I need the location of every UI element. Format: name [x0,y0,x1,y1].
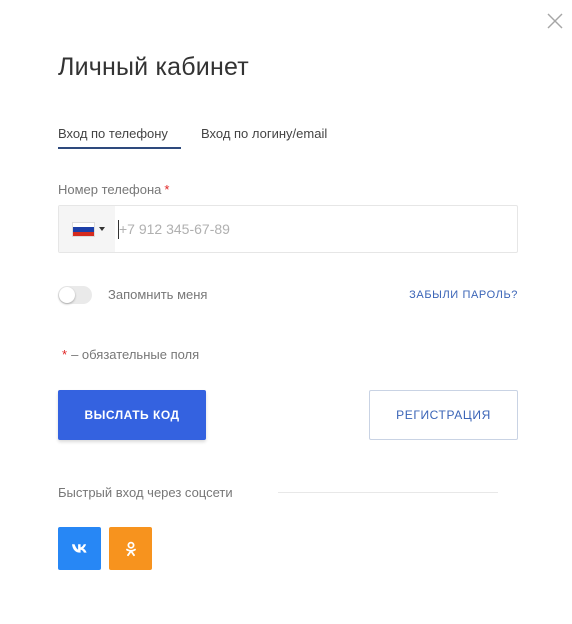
vk-login-button[interactable] [58,527,101,570]
phone-input[interactable] [117,206,509,252]
required-fields-note: * – обязательные поля [62,347,199,362]
required-note-mark: * [62,347,68,362]
odnoklassniki-login-button[interactable] [109,527,152,570]
required-note-text: – обязательные поля [71,347,200,362]
login-tabs: Вход по телефону Вход по логину/email [58,124,327,149]
send-code-button[interactable]: ВЫСЛАТЬ КОД [58,390,206,440]
required-mark: * [164,182,170,197]
phone-label-text: Номер телефона [58,182,162,197]
remember-me-label[interactable]: Запомнить меня [108,287,207,302]
close-icon[interactable] [545,11,565,31]
remember-me-toggle[interactable] [58,286,92,304]
text-cursor [118,220,119,239]
social-login-label: Быстрый вход через соцсети [58,485,233,500]
toggle-knob [59,287,75,303]
russia-flag-icon [73,223,94,236]
phone-label: Номер телефона * [58,182,169,197]
caret-down-icon [99,227,105,231]
dialog-title: Личный кабинет [58,53,249,81]
odnoklassniki-icon [125,541,136,556]
social-divider [278,492,498,493]
vk-icon [71,543,87,553]
forgot-password-link[interactable]: ЗАБЫЛИ ПАРОЛЬ? [409,289,518,301]
tab-phone-login[interactable]: Вход по телефону [58,124,181,149]
phone-field [58,205,518,253]
tab-login-email[interactable]: Вход по логину/email [201,124,327,149]
register-button[interactable]: РЕГИСТРАЦИЯ [369,390,518,440]
country-selector[interactable] [59,206,115,252]
